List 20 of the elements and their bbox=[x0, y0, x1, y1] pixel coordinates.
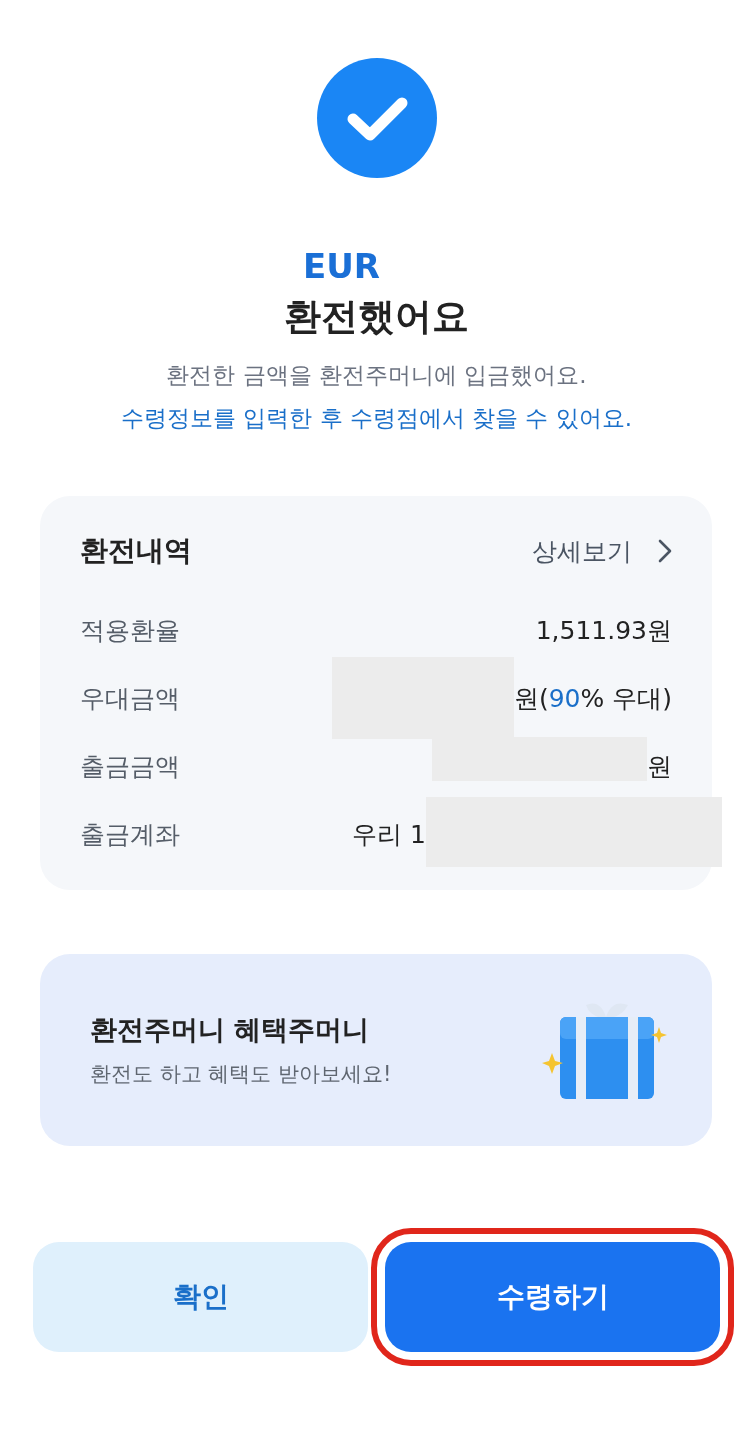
row-value: 원(90% 우대) bbox=[513, 682, 672, 715]
card-title: 환전내역 bbox=[80, 533, 192, 569]
currency-code: EUR bbox=[303, 246, 381, 286]
detail-link[interactable]: 상세보기 bbox=[532, 534, 672, 568]
success-title: 환전했어요 bbox=[284, 294, 469, 340]
row-label: 우대금액 bbox=[80, 682, 180, 715]
banner-title: 환전주머니 혜택주머니 bbox=[90, 1013, 371, 1047]
info-text: 환전한 금액을 환전주머니에 입금했어요. bbox=[166, 361, 587, 390]
promo-banner[interactable]: 환전주머니 혜택주머니 환전도 하고 혜택도 받아보세요! bbox=[40, 954, 712, 1146]
row-label: 출금계좌 bbox=[80, 818, 180, 851]
row-value: 1,511.93원 bbox=[535, 614, 672, 647]
row-label: 출금금액 bbox=[80, 750, 180, 783]
chevron-right-icon bbox=[658, 539, 672, 563]
confirm-button[interactable]: 확인 bbox=[33, 1242, 368, 1352]
banner-subtitle: 환전도 하고 혜택도 받아보세요! bbox=[90, 1061, 392, 1088]
check-icon bbox=[316, 58, 437, 178]
info-text: 수령정보를 입력한 후 수령점에서 찾을 수 있어요. bbox=[120, 404, 633, 433]
row-label: 적용환율 bbox=[80, 614, 180, 647]
row-value: 우리 1 bbox=[352, 818, 426, 851]
row-value: 원 bbox=[647, 750, 672, 783]
